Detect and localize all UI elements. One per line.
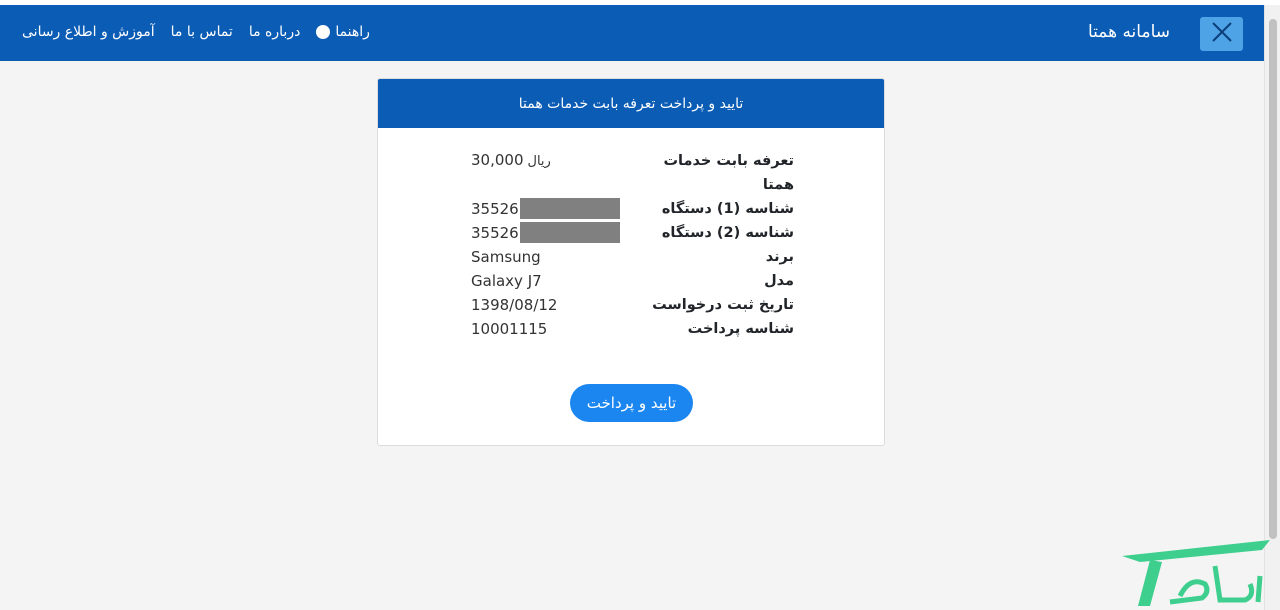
value-tariff: 30,000 ریال: [471, 148, 551, 174]
value-request-date: 1398/08/12: [471, 296, 558, 314]
label-model: مدل: [764, 273, 794, 289]
tariff-amount: 30,000: [471, 151, 524, 169]
close-icon: [1211, 21, 1233, 47]
label-request-date: تاریخ ثبت درخواست: [652, 297, 794, 313]
label-tariff: تعرفه بابت خدمات همتا: [663, 153, 794, 193]
watermark-logo: [1110, 536, 1280, 610]
value-payment-id: 10001115: [471, 320, 548, 338]
nav-links: آموزش و اطلاع رسانی تماس با ما درباره ما…: [22, 20, 370, 44]
tariff-unit: ریال: [527, 154, 551, 169]
payment-card: تایید و پرداخت تعرفه بابت خدمات همتا تعر…: [377, 78, 885, 446]
nav-link-education[interactable]: آموزش و اطلاع رسانی: [22, 24, 155, 40]
nav-link-contact[interactable]: تماس با ما: [171, 24, 233, 40]
top-navbar: سامانه همتا آموزش و اطلاع رسانی تماس با …: [0, 5, 1264, 61]
value-brand: Samsung: [471, 248, 541, 266]
label-brand: برند: [765, 249, 794, 265]
confirm-and-pay-button[interactable]: تایید و پرداخت: [570, 384, 693, 422]
device-id-1: 35526: [471, 200, 519, 218]
label-device-id-1: شناسه (1) دستگاه: [661, 201, 794, 217]
label-payment-id: شناسه پرداخت: [687, 321, 794, 337]
help-label: راهنما: [335, 24, 370, 40]
scrollbar-thumb[interactable]: [1269, 19, 1277, 539]
redacted-block: [519, 222, 620, 243]
value-device-id-1: 35526: [471, 197, 620, 221]
value-device-id-2: 35526: [471, 221, 620, 245]
brand-title: سامانه همتا: [1087, 22, 1170, 42]
vertical-scrollbar[interactable]: [1264, 5, 1280, 610]
card-title: تایید و پرداخت تعرفه بابت خدمات همتا: [378, 79, 884, 128]
label-device-id-2: شناسه (2) دستگاه: [661, 225, 794, 241]
close-button[interactable]: [1200, 17, 1243, 51]
info-icon: i: [316, 24, 331, 40]
nav-link-help[interactable]: راهنما i: [316, 24, 370, 40]
value-model: Galaxy J7: [471, 272, 542, 290]
redacted-block: [519, 198, 620, 219]
nav-link-about[interactable]: درباره ما: [249, 24, 300, 40]
device-id-2: 35526: [471, 224, 519, 242]
